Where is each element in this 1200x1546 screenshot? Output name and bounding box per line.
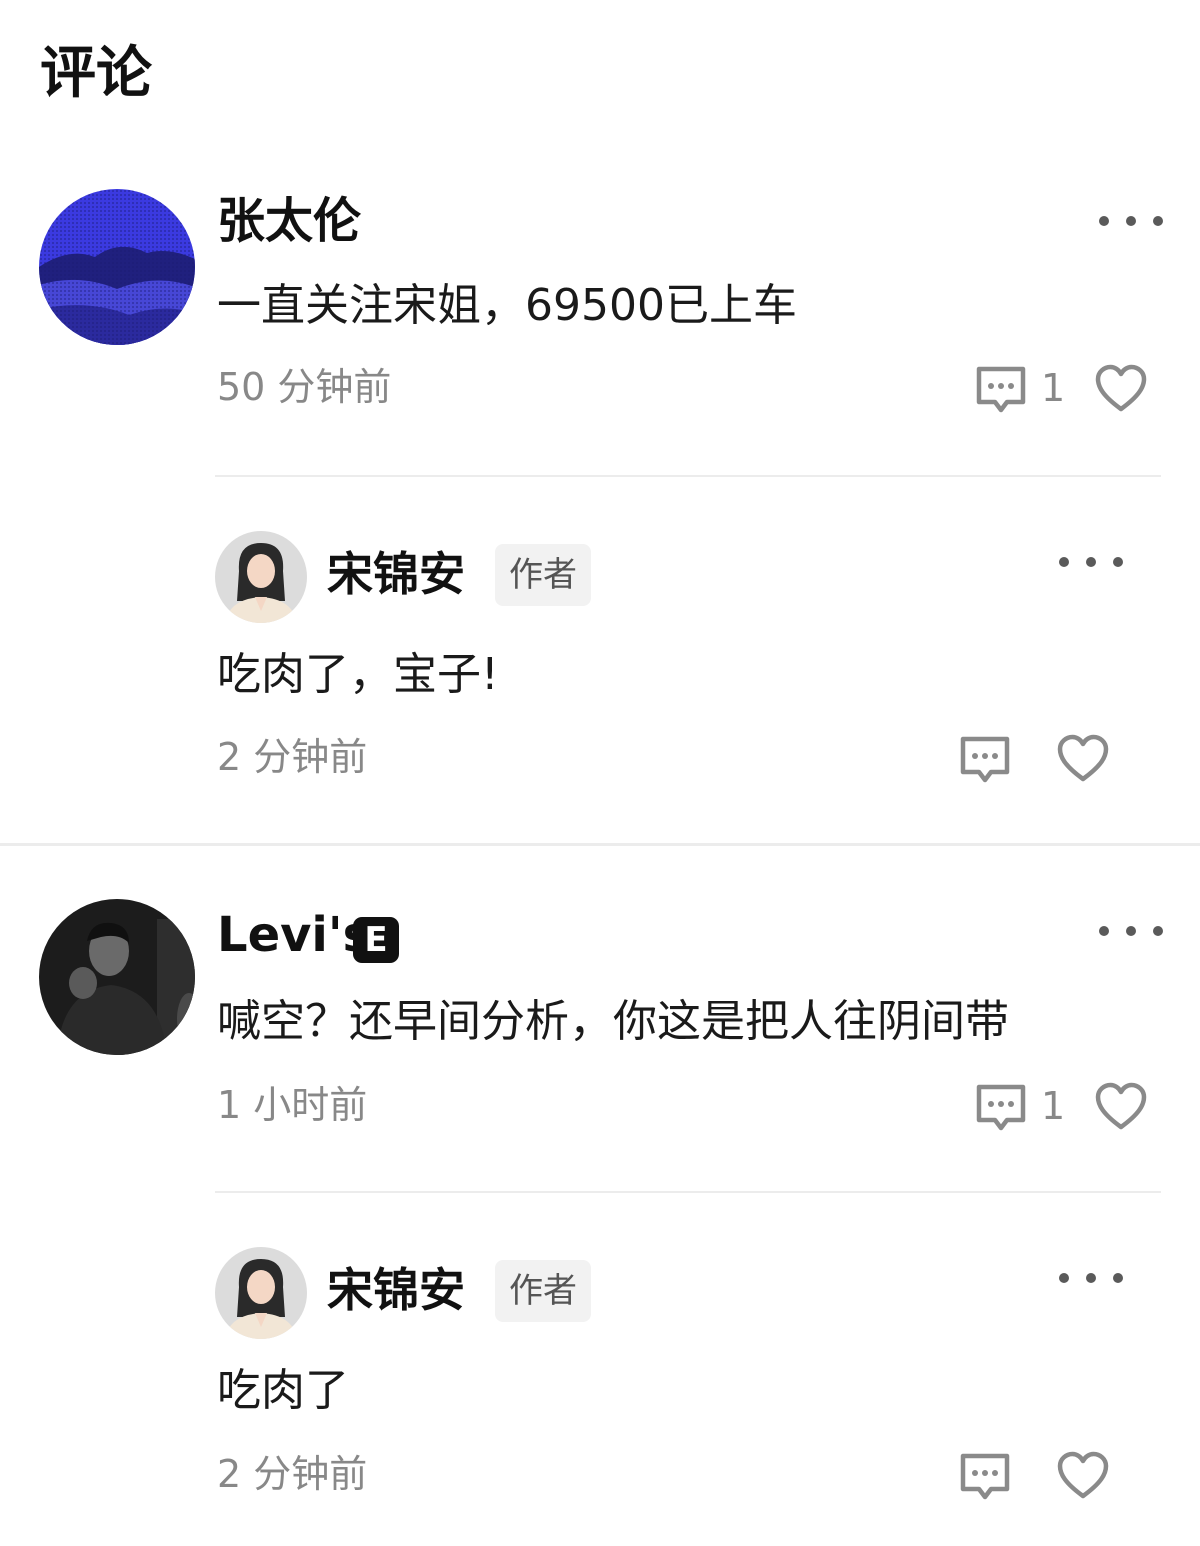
author-badge: 作者 [495, 1260, 591, 1322]
reply-button[interactable] [974, 1082, 1028, 1134]
page-title: 评论 [40, 41, 152, 106]
avatar-image [215, 1247, 307, 1339]
reply-count: 1 [1041, 1084, 1066, 1128]
reply-button[interactable] [974, 364, 1028, 416]
reply-count: 1 [1041, 366, 1066, 410]
reply-time: 2 分钟前 [217, 735, 368, 779]
heart-icon [1057, 734, 1109, 782]
comment-username[interactable]: Levi's [217, 907, 371, 965]
more-dots-icon [1099, 926, 1109, 936]
reply-time: 2 分钟前 [217, 1452, 368, 1496]
like-button[interactable] [1055, 1450, 1111, 1502]
more-options-button[interactable] [1099, 201, 1163, 241]
more-options-button[interactable] [1059, 542, 1123, 582]
heart-icon [1057, 1451, 1109, 1499]
heart-icon [1095, 364, 1147, 412]
heart-icon [1095, 1082, 1147, 1130]
like-button[interactable] [1093, 363, 1149, 415]
comment-text: 一直关注宋姐，69500已上车 [217, 280, 797, 331]
comment-bubble-icon [960, 1453, 1010, 1500]
avatar[interactable] [215, 531, 307, 623]
divider [215, 475, 1161, 477]
comment-bubble-icon [976, 366, 1026, 413]
comment-username[interactable]: 张太伦 [217, 193, 361, 251]
comment-time: 50 分钟前 [217, 365, 392, 409]
author-badge: 作者 [495, 544, 591, 606]
more-options-button[interactable] [1099, 911, 1163, 951]
more-dots-icon [1059, 1273, 1069, 1283]
more-options-button[interactable] [1059, 1258, 1123, 1298]
comment-time: 1 小时前 [217, 1083, 368, 1127]
reply-text: 吃肉了，宝子! [217, 649, 499, 700]
avatar[interactable] [39, 189, 195, 345]
reply-username[interactable]: 宋锦安 [327, 547, 465, 602]
comment-bubble-icon [960, 736, 1010, 783]
reply-button[interactable] [958, 1451, 1012, 1503]
reply-username[interactable]: 宋锦安 [327, 1263, 465, 1318]
more-dots-icon [1099, 216, 1109, 226]
comment-text: 喊空？还早间分析，你这是把人往阴间带 [217, 996, 1009, 1047]
comment-bubble-icon [976, 1084, 1026, 1131]
reply-button[interactable] [958, 734, 1012, 786]
avatar[interactable] [215, 1247, 307, 1339]
reply-text: 吃肉了 [217, 1365, 349, 1416]
divider [215, 1191, 1161, 1193]
avatar-image [39, 189, 195, 345]
avatar-image [215, 531, 307, 623]
user-level-badge: E [353, 917, 399, 963]
more-dots-icon [1059, 557, 1069, 567]
section-divider [0, 843, 1200, 846]
like-button[interactable] [1093, 1081, 1149, 1133]
like-button[interactable] [1055, 733, 1111, 785]
avatar-image [39, 899, 195, 1055]
avatar[interactable] [39, 899, 195, 1055]
